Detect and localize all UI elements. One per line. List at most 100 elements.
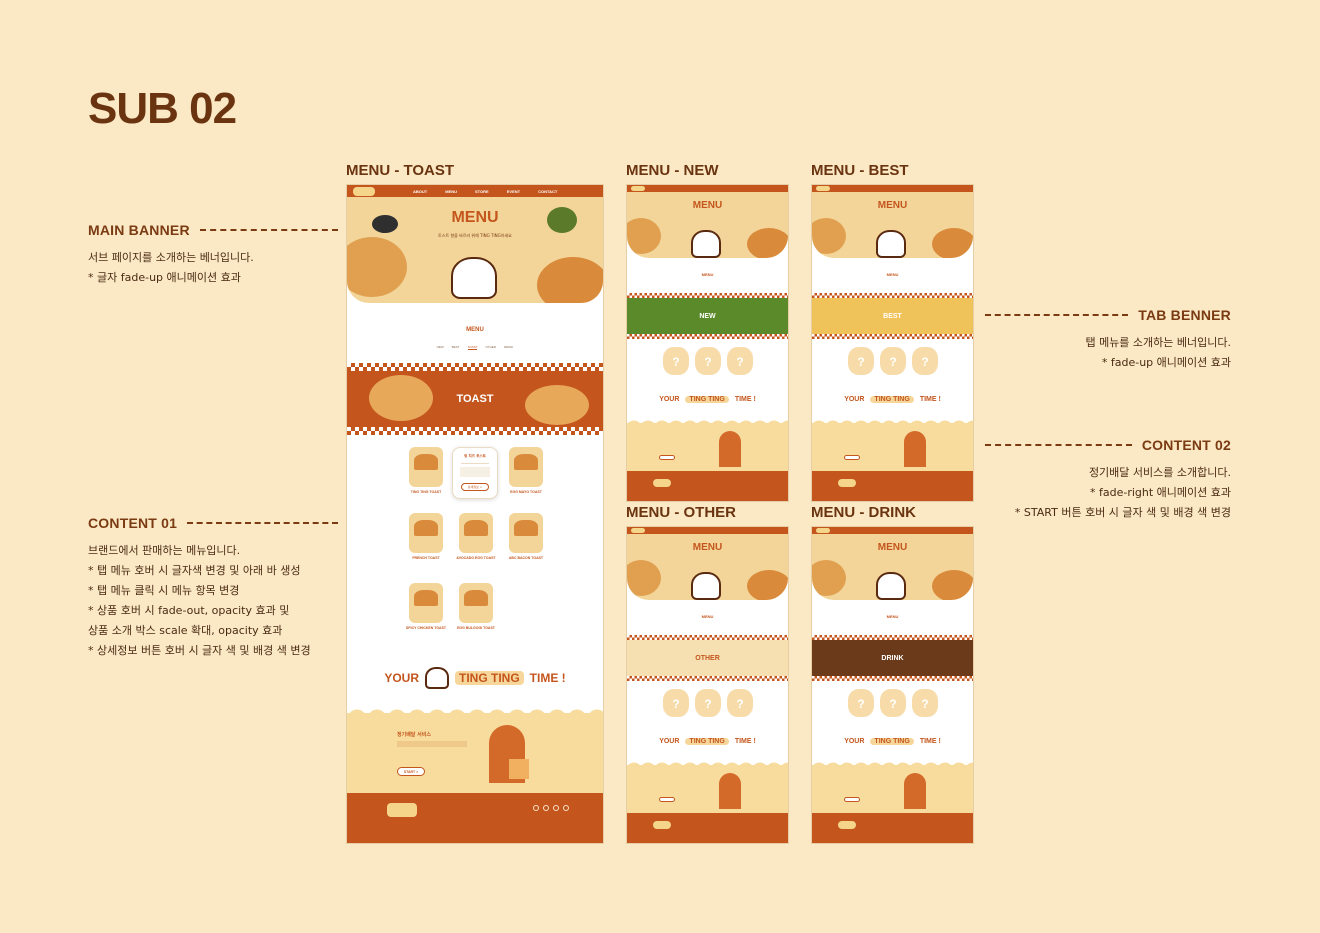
placeholder-product[interactable]: ? (880, 689, 906, 717)
slogan-time: TIME ! (529, 671, 566, 685)
slogan-your: YOUR (844, 395, 865, 403)
brand-logo[interactable] (353, 186, 375, 196)
hero-title: MENU (877, 200, 908, 211)
footer (347, 793, 603, 843)
product-image (459, 583, 493, 623)
start-button[interactable]: START > (397, 767, 425, 776)
nav-item-contact[interactable]: CONTACT (538, 189, 557, 194)
placeholder-product[interactable]: ? (727, 689, 753, 717)
annotation-line: * START 버튼 호버 시 글자 색 및 배경 색 변경 (1014, 506, 1231, 519)
product-image (409, 447, 443, 487)
brand-logo[interactable] (816, 186, 830, 191)
youtube-icon[interactable] (543, 805, 549, 811)
detail-button[interactable]: 상세정보 > (461, 483, 489, 491)
placeholder-product[interactable]: ? (663, 689, 689, 717)
footer-logo (838, 821, 856, 829)
section-title: MENU (701, 614, 714, 619)
screen-label-drink: MENU - DRINK (811, 504, 916, 521)
delivery-section (812, 417, 973, 473)
placeholder-product[interactable]: ? (848, 347, 874, 375)
nav-bar (627, 527, 788, 534)
slogan-banner: YOUR TING TING TIME ! (627, 733, 788, 749)
nav-item-menu[interactable]: MENU (445, 189, 457, 194)
product-card[interactable]: TING TING TOAST (399, 447, 453, 494)
product-card[interactable]: AVOCADO EGG TOAST (449, 513, 503, 560)
door-illustration (719, 431, 741, 467)
nav-item-store[interactable]: STORE (475, 189, 489, 194)
tab-other[interactable]: OTHER (485, 345, 496, 350)
annotation-main-banner: MAIN BANNER 서브 페이지를 소개하는 베너입니다. * 글자 fad… (88, 222, 338, 288)
slogan-your: YOUR (844, 737, 865, 745)
tab-drink[interactable]: DRINK (504, 345, 513, 350)
placeholder-product[interactable]: ? (663, 347, 689, 375)
sandwich-image (627, 218, 661, 254)
salad-bowl-image (547, 207, 577, 233)
nav-item-about[interactable]: ABOUT (413, 189, 427, 194)
twitter-icon[interactable] (563, 805, 569, 811)
checker-border (627, 334, 788, 339)
nav-bar: ABOUT MENU STORE EVENT CONTACT (347, 185, 603, 197)
placeholder-product[interactable]: ? (727, 347, 753, 375)
scallop-edge (812, 417, 973, 429)
main-banner: MENU 토스트 향을 바르러 위해 TING TING하세요 (347, 197, 603, 303)
placeholder-product[interactable]: ? (880, 347, 906, 375)
brand-logo[interactable] (631, 528, 645, 533)
main-banner: MENU (627, 534, 788, 600)
slogan-banner: YOUR TING TING TIME ! (812, 733, 973, 749)
placeholder-product[interactable]: ? (695, 347, 721, 375)
screen-label-new: MENU - NEW (626, 162, 719, 179)
product-name: FRENCH TOAST (412, 556, 440, 560)
dashed-connector (199, 229, 338, 231)
facebook-icon[interactable] (553, 805, 559, 811)
annotation-line: 상품 소개 박스 scale 확대, opacity 효과 (88, 624, 283, 637)
section-title: MENU (886, 272, 899, 277)
delivery-section (627, 417, 788, 473)
annotation-line: * fade-right 애니메이션 효과 (1089, 486, 1231, 499)
product-image (459, 513, 493, 553)
start-button[interactable] (844, 797, 860, 802)
checker-border (347, 363, 603, 371)
start-button[interactable] (659, 455, 675, 460)
sandwich-image (627, 560, 661, 596)
toast-mascot-icon (876, 572, 906, 600)
instagram-icon[interactable] (533, 805, 539, 811)
placeholder-product[interactable]: ? (695, 689, 721, 717)
divider (461, 463, 489, 464)
social-links (533, 805, 569, 811)
placeholder-product[interactable]: ? (912, 689, 938, 717)
start-button[interactable] (659, 797, 675, 802)
tab-banner-title: OTHER (695, 654, 720, 662)
product-name: TING TING TOAST (410, 490, 442, 494)
toast-mascot-icon (691, 230, 721, 258)
nav-item-event[interactable]: EVENT (507, 189, 520, 194)
product-name: EGG MAYO TOAST (510, 490, 542, 494)
start-button[interactable] (844, 455, 860, 460)
product-info-card: 팅 치즈 토스트 상세정보 > (452, 447, 498, 499)
annotation-line: 서브 페이지를 소개하는 베너입니다. (88, 251, 254, 264)
hero-title: MENU (692, 542, 723, 553)
brand-logo[interactable] (816, 528, 830, 533)
page-title: SUB 02 (88, 84, 237, 133)
delivery-section (627, 759, 788, 815)
annotation-line: * 탭 메뉴 클릭 시 메뉴 항목 변경 (88, 584, 240, 597)
product-card[interactable]: EGG MAYO TOAST (499, 447, 553, 494)
product-card[interactable]: FRENCH TOAST (399, 513, 453, 560)
product-image (509, 447, 543, 487)
main-banner: MENU (627, 192, 788, 258)
scallop-edge (627, 759, 788, 771)
tab-new[interactable]: NEW (437, 345, 444, 350)
product-name: AVOCADO EGG TOAST (456, 556, 496, 560)
placeholder-product[interactable]: ? (912, 347, 938, 375)
brand-logo[interactable] (631, 186, 645, 191)
product-card[interactable]: SPICY CHICKEN TOAST (399, 583, 453, 630)
tab-toast[interactable]: TOAST (467, 345, 478, 350)
product-card[interactable]: EGG BULGOGI TOAST (449, 583, 503, 630)
annotation-content-02: CONTENT 02 정기배달 서비스를 소개합니다. * fade-right… (985, 437, 1231, 523)
plate-image (372, 215, 398, 233)
tab-best[interactable]: BEST (452, 345, 460, 350)
sandwich-image (932, 228, 973, 258)
toast-mascot-icon (876, 230, 906, 258)
annotation-title: CONTENT 02 (1141, 437, 1231, 453)
product-card[interactable]: ABC BACON TOAST (499, 513, 553, 560)
placeholder-product[interactable]: ? (848, 689, 874, 717)
